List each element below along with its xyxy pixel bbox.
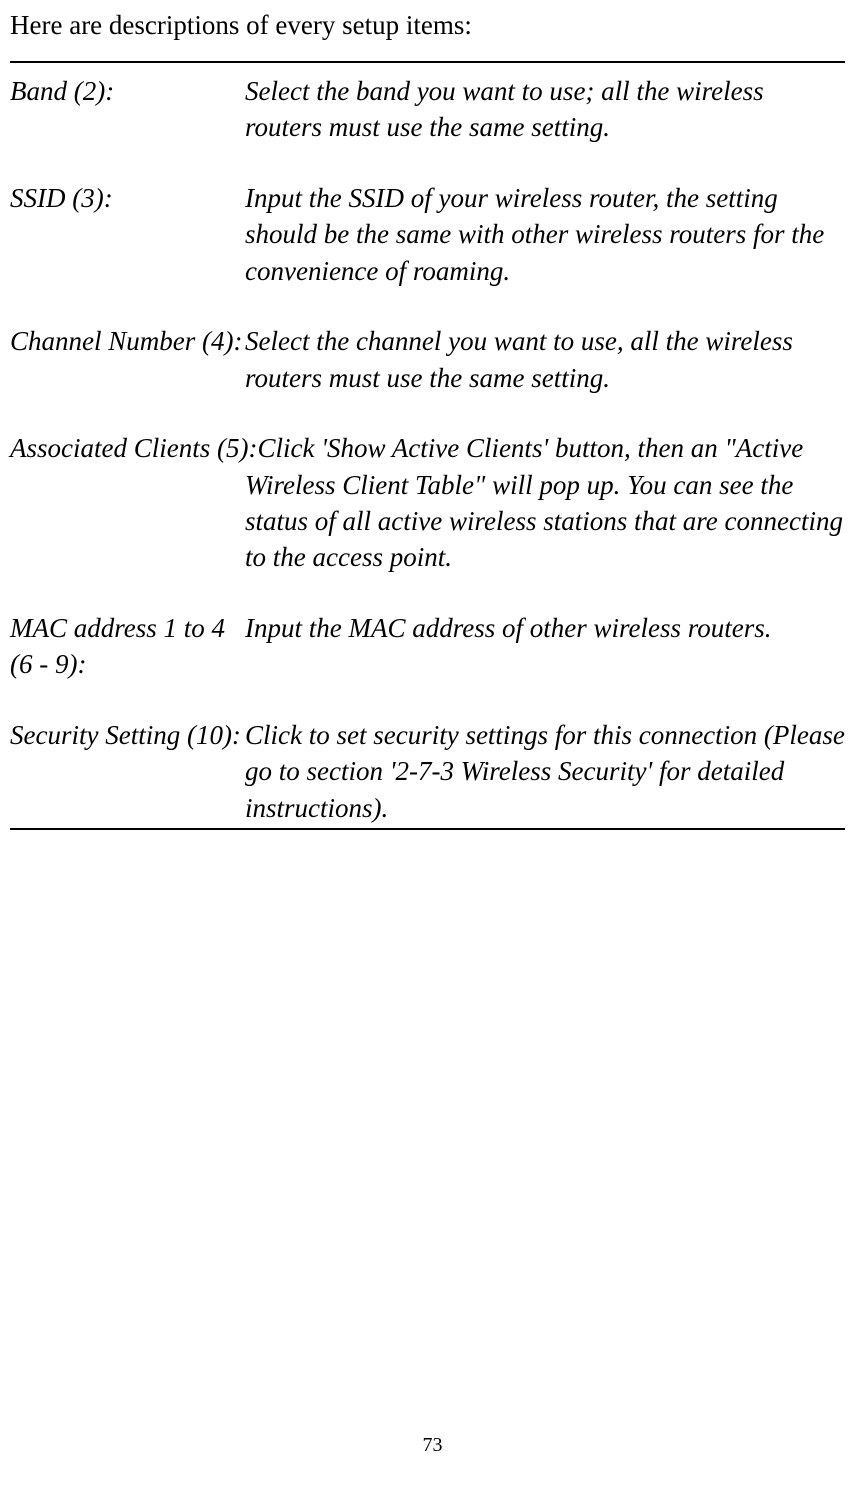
item-label: Band (2): [10,73,245,146]
item-label: Security Setting (10): [10,717,245,826]
item-description: Click to set security settings for this … [245,717,845,826]
item-description: Select the channel you want to use, all … [245,323,845,396]
item-label: SSID (3): [10,180,245,289]
bottom-rule [10,828,845,830]
item-label: Associated Clients (5): [10,430,257,466]
setup-item: SSID (3): Input the SSID of your wireles… [10,180,845,289]
item-label: Channel Number (4): [10,323,245,396]
item-description: Select the band you want to use; all the… [245,73,845,146]
intro-text: Here are descriptions of every setup ite… [10,10,845,41]
item-description-line1: Click 'Show Active Clients' button, then… [257,430,845,466]
item-description-rest: Wireless Client Table" will pop up. You … [10,467,845,576]
setup-item: Band (2): Select the band you want to us… [10,73,845,146]
page-number: 73 [423,1434,443,1457]
setup-item: MAC address 1 to 4 (6 - 9): Input the MA… [10,610,845,683]
setup-item: Channel Number (4): Select the channel y… [10,323,845,396]
setup-items-list: Band (2): Select the band you want to us… [10,73,845,826]
item-label: MAC address 1 to 4 (6 - 9): [10,610,245,683]
setup-item: Associated Clients (5): Click 'Show Acti… [10,430,845,576]
item-description: Input the SSID of your wireless router, … [245,180,845,289]
top-rule [10,61,845,63]
item-description: Input the MAC address of other wireless … [245,610,845,683]
setup-item: Security Setting (10): Click to set secu… [10,717,845,826]
